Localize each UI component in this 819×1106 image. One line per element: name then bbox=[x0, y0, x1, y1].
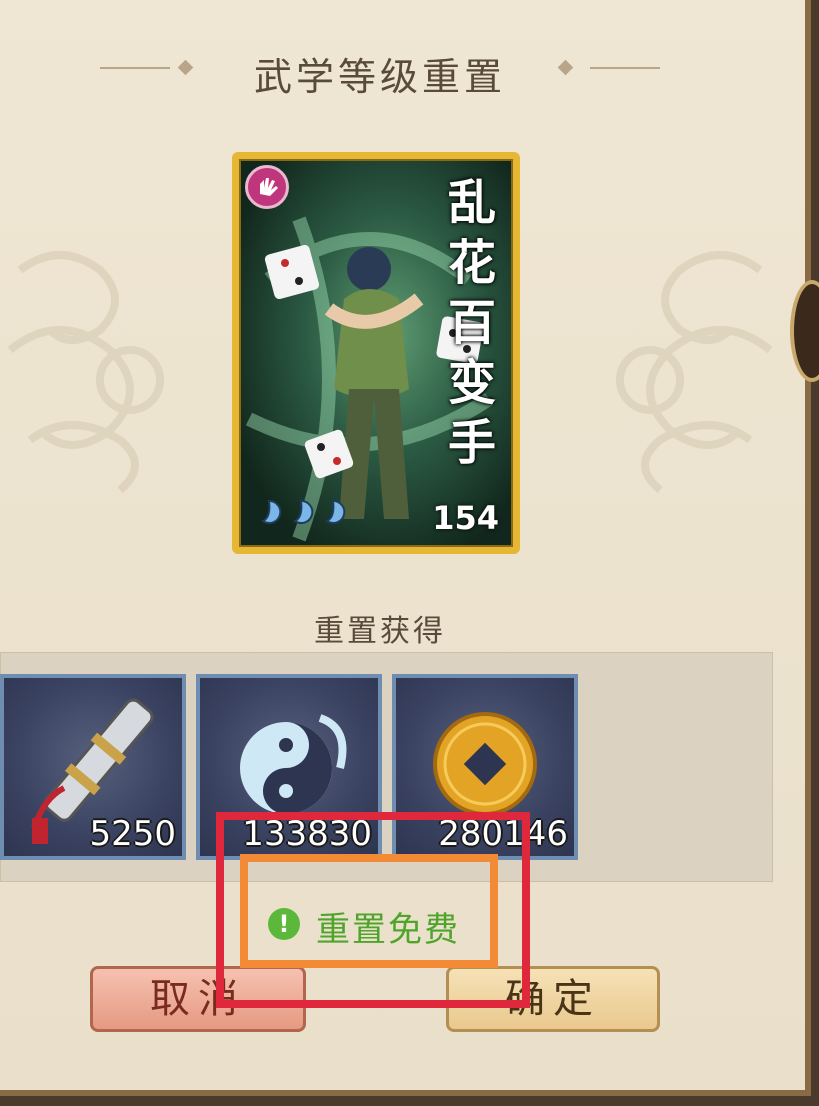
title-ornament-right bbox=[590, 67, 660, 69]
reward-count: 5250 bbox=[89, 814, 176, 854]
card-name-char: 百 bbox=[447, 295, 496, 351]
reset-dialog: 武学等级重置 乱 花 百 变 手 154 重置获得 5250 133830 28… bbox=[0, 0, 811, 1096]
card-name: 乱 花 百 变 手 bbox=[445, 173, 499, 473]
title-row: 武学等级重置 bbox=[0, 40, 811, 100]
martial-art-card[interactable]: 乱 花 百 变 手 154 bbox=[232, 152, 520, 554]
quality-marks bbox=[251, 493, 351, 537]
tadpole-marks-icon bbox=[261, 499, 346, 524]
rewards-label: 重置获得 bbox=[314, 614, 446, 649]
card-name-char: 花 bbox=[447, 235, 496, 291]
card-level: 154 bbox=[432, 499, 499, 537]
card-name-char: 乱 bbox=[447, 175, 496, 231]
reward-item[interactable]: 5250 bbox=[0, 674, 186, 860]
card-name-char: 手 bbox=[447, 415, 496, 471]
cloud-ornament-right-icon bbox=[616, 251, 773, 494]
skill-type-icon bbox=[245, 165, 289, 209]
figure-silhouette bbox=[324, 247, 424, 519]
card-name-char: 变 bbox=[447, 355, 496, 411]
dialog-title: 武学等级重置 bbox=[253, 55, 506, 99]
highlight-box-inner bbox=[240, 854, 498, 968]
cloud-ornament-left-icon bbox=[7, 251, 164, 494]
